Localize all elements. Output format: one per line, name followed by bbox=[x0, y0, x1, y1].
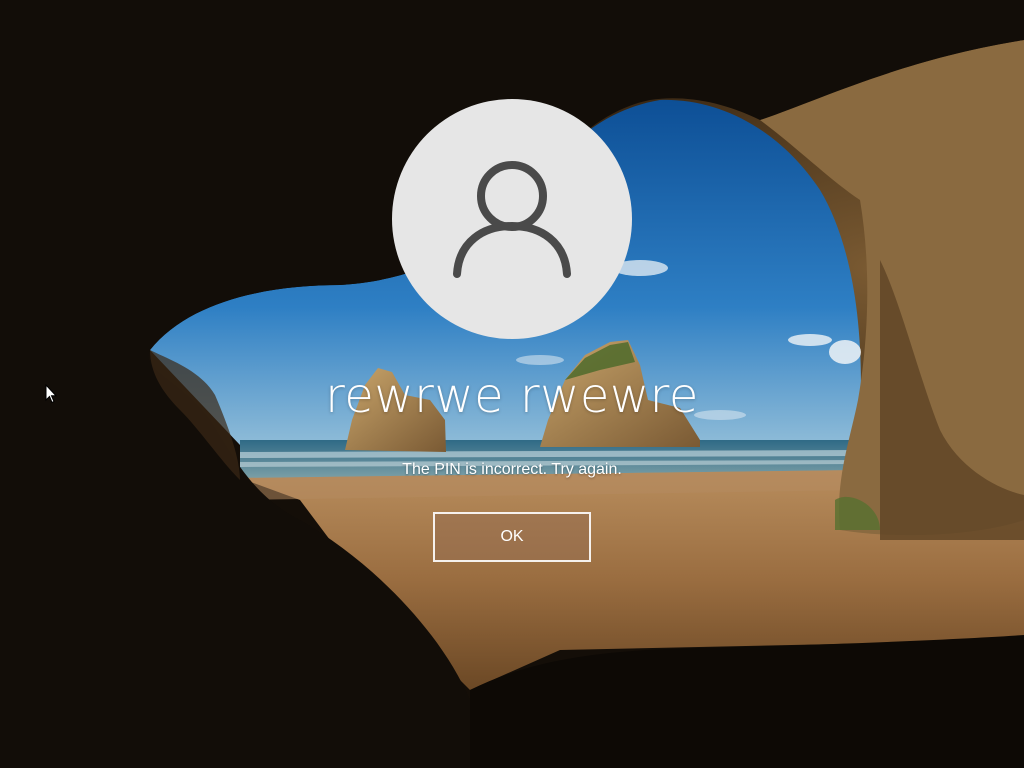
user-avatar bbox=[392, 99, 632, 339]
user-icon bbox=[453, 161, 571, 278]
error-message: The PIN is incorrect. Try again. bbox=[402, 461, 622, 478]
ok-button-label: OK bbox=[500, 528, 524, 545]
mouse-pointer-icon bbox=[45, 384, 57, 404]
user-name: rewrwe rwewre bbox=[325, 368, 699, 424]
lock-screen: rewrwe rwewre The PIN is incorrect. Try … bbox=[0, 0, 1024, 768]
ok-button[interactable]: OK bbox=[433, 512, 591, 562]
